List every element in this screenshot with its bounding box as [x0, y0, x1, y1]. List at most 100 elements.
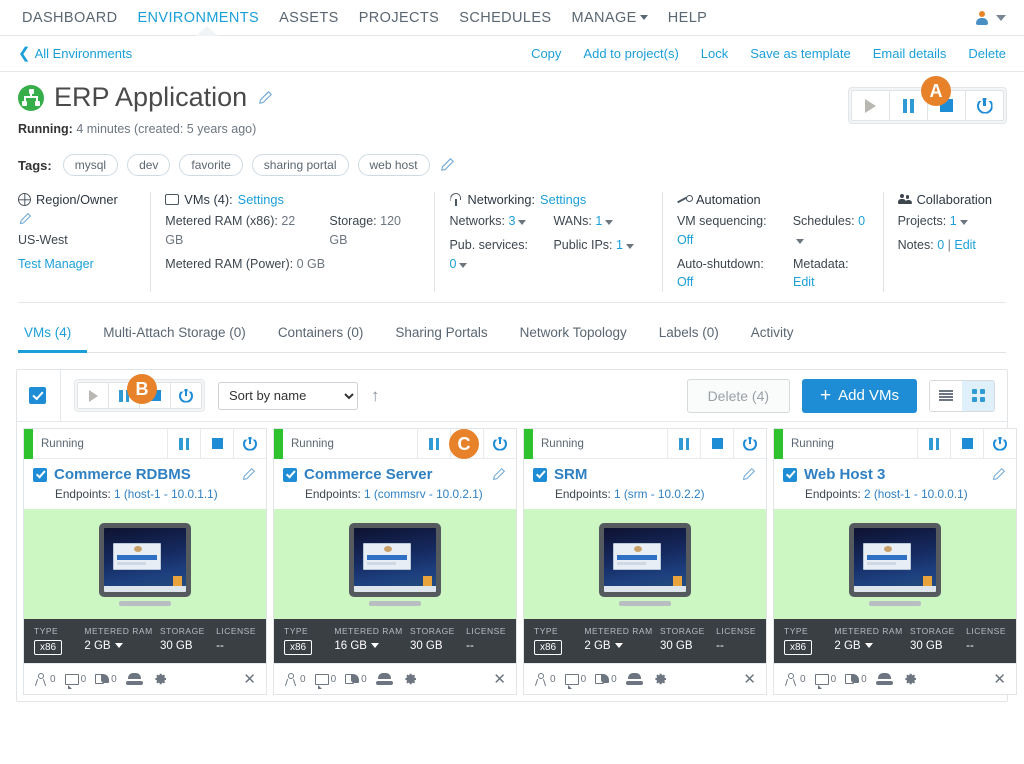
vm-name[interactable]: Commerce Server [304, 466, 432, 483]
vm-remove-button[interactable]: ✕ [243, 672, 256, 687]
edit-title-pencil-icon[interactable] [257, 90, 273, 106]
tab-vms[interactable]: VMs (4) [18, 319, 88, 353]
vm-ram-value[interactable]: 2 GB [84, 640, 110, 652]
tab-containers[interactable]: Containers (0) [262, 319, 380, 353]
vm-power-button[interactable] [983, 428, 1016, 459]
sort-select[interactable]: Sort by nameSort by statusSort by RAMSor… [218, 381, 358, 410]
vm-pause-button[interactable] [917, 428, 950, 459]
tag-chip[interactable]: favorite [179, 154, 243, 176]
vm-sequencing-value[interactable]: Off [677, 233, 693, 247]
networks-value[interactable]: 3 [509, 214, 516, 228]
user-menu[interactable] [974, 10, 1012, 26]
edit-tags-pencil-icon[interactable] [439, 157, 455, 173]
vm-settings-gear-icon[interactable] [902, 671, 918, 687]
vm-ram-value[interactable]: 16 GB [334, 640, 367, 652]
vm-select-checkbox[interactable] [33, 467, 47, 482]
vm-endpoints-value[interactable]: 1 (srm - 10.0.2.2) [614, 487, 704, 501]
vm-name[interactable]: SRM [554, 466, 587, 483]
vm-tags-button[interactable]: 0 [95, 673, 117, 686]
back-to-all-environments-link[interactable]: ❮ All Environments [18, 46, 132, 61]
tab-network-topology[interactable]: Network Topology [504, 319, 643, 353]
edit-region-pencil-icon[interactable] [18, 212, 136, 226]
vm-remove-button[interactable]: ✕ [743, 672, 756, 687]
vm-name[interactable]: Commerce RDBMS [54, 466, 191, 483]
tag-chip[interactable]: sharing portal [251, 154, 349, 176]
vm-users-button[interactable]: 0 [784, 672, 806, 686]
nav-item-environments[interactable]: ENVIRONMENTS [127, 10, 269, 26]
save-as-template-link[interactable]: Save as template [750, 46, 850, 61]
tab-activity[interactable]: Activity [735, 319, 810, 353]
vm-endpoints-value[interactable]: 1 (host-1 - 10.0.1.1) [114, 487, 218, 501]
tag-chip[interactable]: web host [357, 154, 430, 176]
vm-power-button[interactable] [733, 428, 766, 459]
vm-pause-button[interactable] [167, 428, 200, 459]
vm-endpoints-value[interactable]: 1 (commsrv - 10.0.2.1) [364, 487, 483, 501]
tag-chip[interactable]: mysql [62, 154, 119, 176]
owner-link[interactable]: Test Manager [18, 255, 136, 274]
networking-settings-link[interactable]: Settings [540, 192, 586, 207]
wans-value[interactable]: 1 [595, 214, 602, 228]
vm-users-button[interactable]: 0 [284, 672, 306, 686]
vm-console-thumbnail[interactable] [24, 509, 266, 619]
copy-link[interactable]: Copy [531, 46, 561, 61]
edit-vm-pencil-icon[interactable] [491, 467, 507, 483]
nav-item-assets[interactable]: ASSETS [269, 10, 349, 26]
tab-multi-attach-storage[interactable]: Multi-Attach Storage (0) [87, 319, 262, 353]
vm-tags-button[interactable]: 0 [845, 673, 867, 686]
vm-stop-button[interactable] [200, 428, 233, 459]
vm-select-checkbox[interactable] [783, 467, 797, 482]
vm-select-checkbox[interactable] [283, 467, 297, 482]
add-vms-button[interactable]: + Add VMs [802, 378, 917, 413]
vm-console-thumbnail[interactable] [524, 509, 766, 619]
vm-console-thumbnail[interactable] [774, 509, 1016, 619]
vm-pause-button[interactable] [417, 428, 450, 459]
vm-stop-button[interactable] [950, 428, 983, 459]
nav-item-manage[interactable]: MANAGE [562, 10, 658, 26]
auto-shutdown-value[interactable]: Off [677, 275, 693, 289]
vm-storage-button[interactable] [625, 672, 643, 686]
vm-select-checkbox[interactable] [533, 467, 547, 482]
nav-item-help[interactable]: HELP [658, 10, 717, 26]
vms-play-button[interactable] [77, 382, 109, 409]
nav-item-projects[interactable]: PROJECTS [349, 10, 450, 26]
select-all-checkbox[interactable] [29, 387, 46, 404]
delete-link[interactable]: Delete [968, 46, 1006, 61]
list-view-button[interactable] [930, 380, 962, 411]
vm-storage-button[interactable] [125, 672, 143, 686]
notes-edit-link[interactable]: Edit [954, 238, 976, 252]
grid-view-button[interactable] [962, 380, 994, 411]
vms-settings-link[interactable]: Settings [238, 192, 284, 207]
vm-stop-button[interactable] [700, 428, 733, 459]
sort-direction-arrow-up-icon[interactable]: ↑ [371, 387, 380, 404]
vm-storage-button[interactable] [375, 672, 393, 686]
vm-pause-button[interactable] [667, 428, 700, 459]
vm-comments-button[interactable]: 0 [814, 673, 836, 689]
lock-link[interactable]: Lock [701, 46, 728, 61]
email-details-link[interactable]: Email details [873, 46, 947, 61]
env-power-button[interactable] [965, 90, 1004, 121]
vms-power-button[interactable] [170, 382, 202, 409]
vm-comments-button[interactable]: 0 [314, 673, 336, 689]
edit-vm-pencil-icon[interactable] [741, 467, 757, 483]
vm-ram-value[interactable]: 2 GB [584, 640, 610, 652]
notes-value[interactable]: 0 [937, 238, 944, 252]
env-play-button[interactable] [851, 90, 890, 121]
vm-tags-button[interactable]: 0 [345, 673, 367, 686]
vm-remove-button[interactable]: ✕ [993, 672, 1006, 687]
vm-storage-button[interactable] [875, 672, 893, 686]
tab-sharing-portals[interactable]: Sharing Portals [379, 319, 503, 353]
vm-settings-gear-icon[interactable] [152, 671, 168, 687]
tab-labels[interactable]: Labels (0) [643, 319, 735, 353]
vm-tags-button[interactable]: 0 [595, 673, 617, 686]
projects-value[interactable]: 1 [950, 214, 957, 228]
pub-services-value[interactable]: 0 [449, 257, 456, 271]
vm-endpoints-value[interactable]: 2 (host-1 - 10.0.0.1) [864, 487, 968, 501]
nav-item-schedules[interactable]: SCHEDULES [449, 10, 561, 26]
vm-settings-gear-icon[interactable] [652, 671, 668, 687]
vm-name[interactable]: Web Host 3 [804, 466, 885, 483]
vm-remove-button[interactable]: ✕ [493, 672, 506, 687]
vm-power-button[interactable] [483, 428, 516, 459]
vm-users-button[interactable]: 0 [534, 672, 556, 686]
public-ips-value[interactable]: 1 [616, 238, 623, 252]
delete-button[interactable]: Delete (4) [686, 378, 791, 413]
